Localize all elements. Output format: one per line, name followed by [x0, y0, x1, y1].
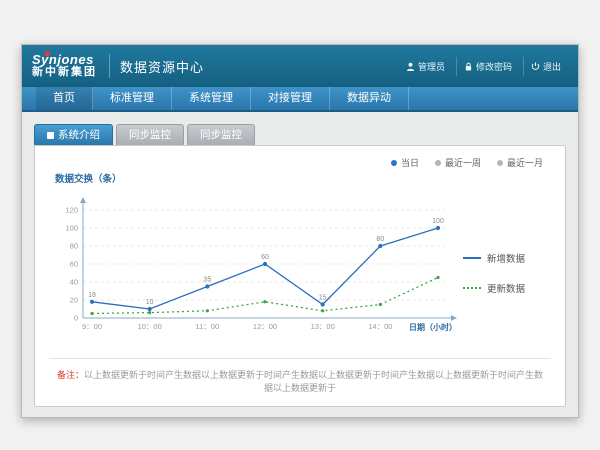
- tab-sync-monitor-1[interactable]: 同步监控: [116, 124, 184, 145]
- page-title: 数据资源中心: [120, 57, 204, 76]
- tab-label: 同步监控: [200, 125, 242, 146]
- logo-subtext: 新中新集团: [32, 67, 97, 79]
- nav-item-standard-mgmt[interactable]: 标准管理: [93, 87, 172, 110]
- svg-text:0: 0: [74, 314, 78, 323]
- svg-text:100: 100: [65, 224, 78, 233]
- line-chart: 0 20 40 60 80 100 120 9：00 10：00 11：00 12：00 13：00 1…: [49, 194, 459, 351]
- svg-text:35: 35: [203, 277, 211, 284]
- filter-label: 最近一月: [507, 156, 543, 169]
- user-label: 管理员: [418, 60, 445, 73]
- logout-label: 退出: [543, 60, 561, 73]
- tab-label: 系统介绍: [58, 125, 100, 146]
- legend-line-sample: [463, 257, 481, 259]
- legend-label: 更新数据: [487, 281, 525, 295]
- nav-item-system-mgmt[interactable]: 系统管理: [172, 87, 251, 110]
- user-icon: [406, 62, 415, 71]
- svg-text:12：00: 12：00: [253, 322, 277, 331]
- svg-text:20: 20: [70, 296, 78, 305]
- svg-text:60: 60: [261, 254, 269, 261]
- svg-text:80: 80: [376, 236, 384, 243]
- filter-last-month[interactable]: 最近一月: [497, 156, 543, 169]
- change-password-label: 修改密码: [476, 60, 512, 73]
- svg-text:18: 18: [88, 292, 96, 299]
- header-actions: 管理员 修改密码 退出: [399, 57, 568, 76]
- chart-panel: 当日 最近一周 最近一月 数据交换（条） 0 20 40 60 80 100 120 9：00…: [34, 145, 566, 407]
- y-axis-title: 数据交换（条）: [55, 171, 551, 185]
- svg-text:100: 100: [432, 218, 444, 225]
- range-filters: 当日 最近一周 最近一月: [49, 154, 551, 169]
- svg-text:60: 60: [70, 260, 78, 269]
- tab-icon: [47, 132, 54, 139]
- svg-text:120: 120: [65, 206, 78, 215]
- user-button[interactable]: 管理员: [399, 57, 452, 76]
- svg-text:14：00: 14：00: [368, 322, 392, 331]
- filter-label: 最近一周: [445, 156, 481, 169]
- filter-dot: [391, 160, 397, 166]
- logo-text: Synjones: [32, 53, 97, 67]
- svg-text:15: 15: [319, 295, 327, 302]
- logo: Synjones 新中新集团: [32, 53, 97, 78]
- tab-sync-monitor-2[interactable]: 同步监控: [187, 124, 255, 145]
- legend-updated-data: 更新数据: [463, 281, 547, 295]
- exchange-line-chart-svg: 0 20 40 60 80 100 120 9：00 10：00 11：00 12：00 13：00 1…: [49, 194, 459, 346]
- change-password-button[interactable]: 修改密码: [456, 57, 519, 76]
- tab-system-intro[interactable]: 系统介绍: [34, 124, 113, 145]
- filter-today[interactable]: 当日: [391, 156, 419, 169]
- nav-item-integration-mgmt[interactable]: 对接管理: [251, 87, 330, 110]
- filter-label: 当日: [401, 156, 419, 169]
- logout-button[interactable]: 退出: [523, 57, 568, 76]
- app-window: Synjones 新中新集团 数据资源中心 管理员 修改密码 退出 首页 标准管…: [21, 44, 579, 418]
- header: Synjones 新中新集团 数据资源中心 管理员 修改密码 退出: [22, 45, 578, 87]
- footnote-label: 备注：: [57, 370, 84, 380]
- svg-text:11：00: 11：00: [196, 322, 220, 331]
- filter-last-week[interactable]: 最近一周: [435, 156, 481, 169]
- svg-text:80: 80: [70, 242, 78, 251]
- nav-item-home[interactable]: 首页: [36, 87, 93, 110]
- power-icon: [531, 62, 540, 71]
- header-divider: [109, 54, 110, 78]
- tab-label: 同步监控: [129, 125, 171, 146]
- svg-text:9：00: 9：00: [82, 322, 102, 331]
- legend-new-data: 新增数据: [463, 251, 547, 265]
- svg-text:40: 40: [70, 278, 78, 287]
- chart-row: 0 20 40 60 80 100 120 9：00 10：00 11：00 12：00 13：00 1…: [49, 187, 551, 358]
- svg-text:10: 10: [146, 299, 154, 306]
- svg-text:13：00: 13：00: [311, 322, 335, 331]
- series-legend: 新增数据 更新数据: [459, 251, 547, 295]
- legend-line-sample: [463, 287, 481, 289]
- lock-icon: [464, 62, 473, 71]
- svg-text:日期（小时）: 日期（小时）: [409, 322, 457, 332]
- main-nav: 首页 标准管理 系统管理 对接管理 数据异动: [22, 87, 578, 112]
- content-area: 系统介绍 同步监控 同步监控 当日 最近一周: [22, 112, 578, 417]
- nav-item-data-changes[interactable]: 数据异动: [330, 87, 409, 110]
- legend-label: 新增数据: [487, 251, 525, 265]
- tab-bar: 系统介绍 同步监控 同步监控: [34, 124, 566, 145]
- filter-dot: [497, 160, 503, 166]
- footnote: 备注：以上数据更新于时间产生数据以上数据更新于时间产生数据以上数据更新于时间产生…: [49, 358, 551, 398]
- filter-dot: [435, 160, 441, 166]
- footnote-text: 以上数据更新于时间产生数据以上数据更新于时间产生数据以上数据更新于时间产生数据以…: [84, 370, 543, 393]
- svg-text:10：00: 10：00: [138, 322, 162, 331]
